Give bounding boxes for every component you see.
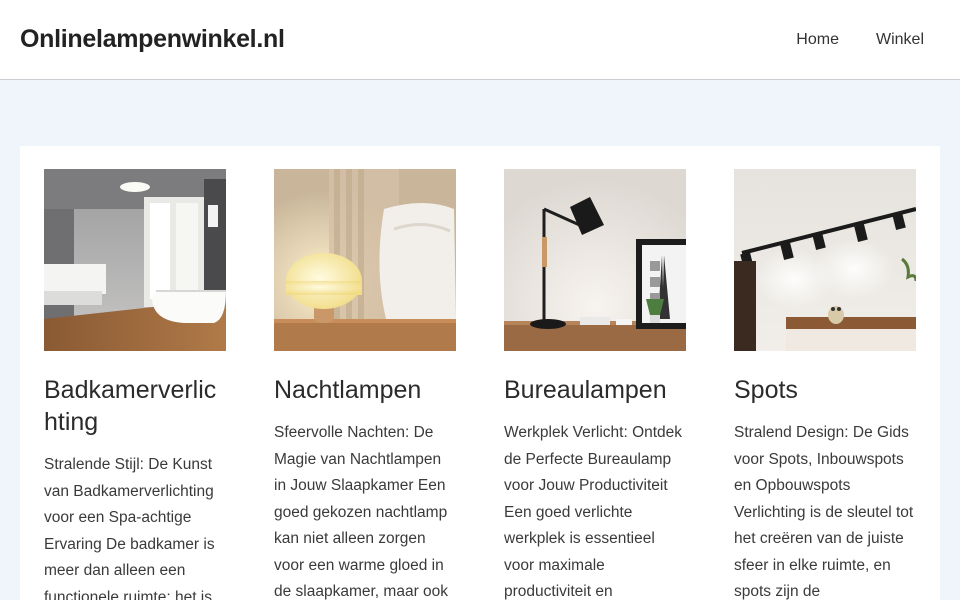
site-header: Onlinelampenwinkel.nl Home Winkel xyxy=(0,0,960,80)
category-image-spots[interactable] xyxy=(734,169,916,351)
category-image-bureaulampen[interactable] xyxy=(504,169,686,351)
category-excerpt-nachtlampen: Sfeervolle Nachten: De Magie van Nachtla… xyxy=(274,424,449,600)
nav-link-winkel[interactable]: Winkel xyxy=(876,31,924,49)
category-grid: Badkamerverlichting Stralende Stijl: De … xyxy=(20,146,940,600)
site-logo-link[interactable]: Onlinelampenwinkel.nl xyxy=(20,25,285,54)
nav-link-home[interactable]: Home xyxy=(796,31,839,49)
category-card-bureaulampen: Bureaulampen Werkplek Verlicht: Ontdek d… xyxy=(504,169,686,600)
category-excerpt-badkamerverlichting: Stralende Stijl: De Kunst van Badkamerve… xyxy=(44,456,215,600)
bathroom-image xyxy=(44,169,226,351)
category-card-badkamerverlichting: Badkamerverlichting Stralende Stijl: De … xyxy=(44,169,226,600)
category-title-badkamerverlichting[interactable]: Badkamerverlichting xyxy=(44,374,226,438)
category-title-spots[interactable]: Spots xyxy=(734,374,916,406)
category-title-bureaulampen[interactable]: Bureaulampen xyxy=(504,374,686,406)
category-title-nachtlampen[interactable]: Nachtlampen xyxy=(274,374,456,406)
category-image-nachtlampen[interactable] xyxy=(274,169,456,351)
category-image-badkamerverlichting[interactable] xyxy=(44,169,226,351)
category-excerpt-bureaulampen: Werkplek Verlicht: Ontdek de Perfecte Bu… xyxy=(504,424,683,600)
category-card-spots: Spots Stralend Design: De Gids voor Spot… xyxy=(734,169,916,600)
desklamp-image xyxy=(504,169,686,351)
nightlamp-image xyxy=(274,169,456,351)
category-card-nachtlampen: Nachtlampen Sfeervolle Nachten: De Magie… xyxy=(274,169,456,600)
category-excerpt-spots: Stralend Design: De Gids voor Spots, Inb… xyxy=(734,424,914,600)
spots-image xyxy=(734,169,916,351)
main-nav: Home Winkel xyxy=(759,31,924,49)
